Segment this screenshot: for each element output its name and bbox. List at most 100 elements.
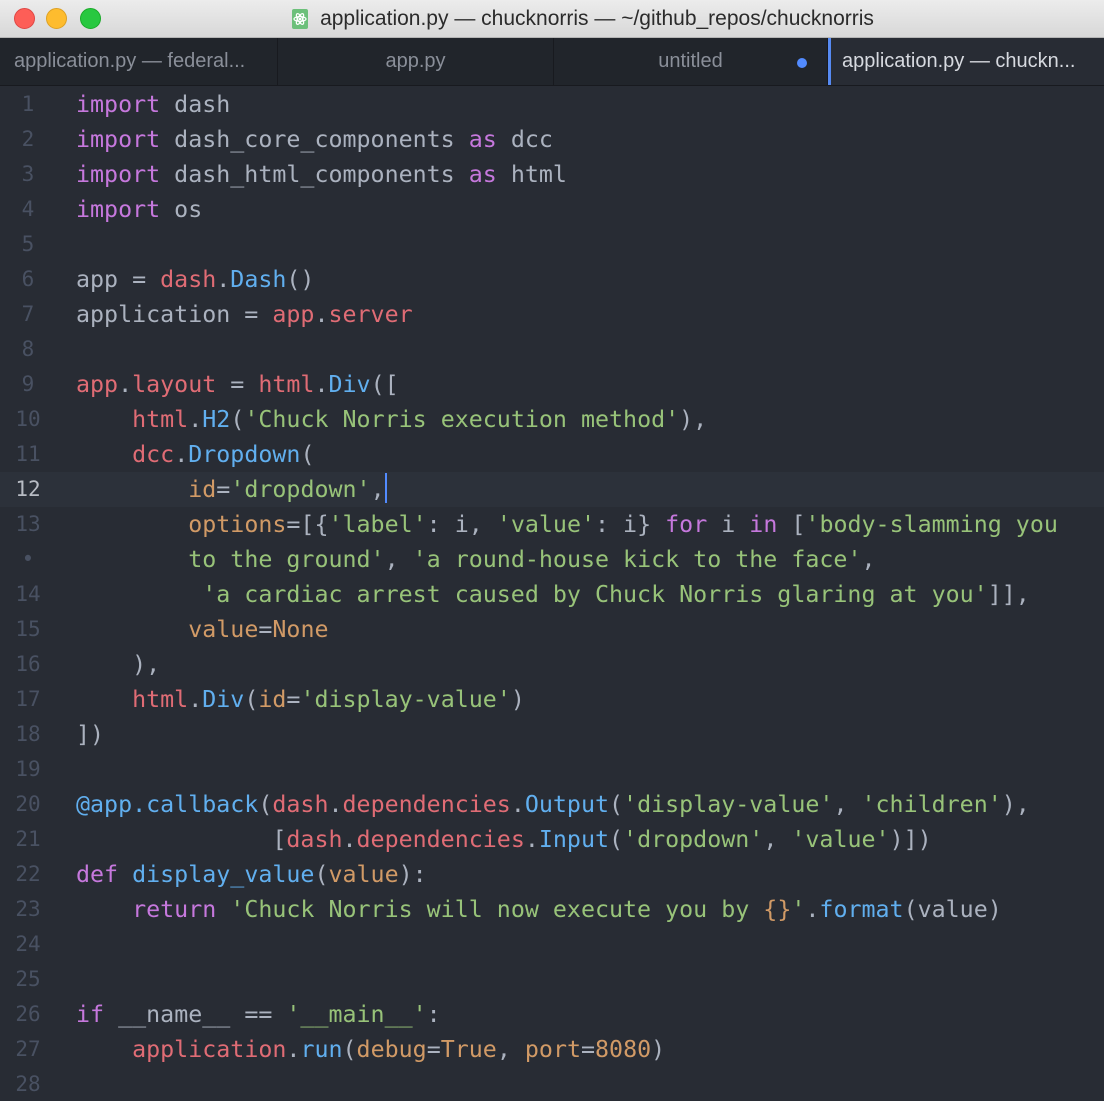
code-line[interactable]: 27 application.run(debug=True, port=8080… (0, 1032, 1104, 1067)
window-title-area: application.py — chucknorris — ~/github_… (0, 0, 1104, 38)
code-token: run (300, 1036, 343, 1063)
code-line[interactable]: 19 (0, 752, 1104, 787)
code-token: dash (286, 826, 343, 853)
code-line[interactable]: 20 @app.callback(dash.dependencies.Output… (0, 787, 1104, 822)
code-token: =[{ (286, 511, 329, 538)
code-token: html (496, 161, 567, 188)
line-number: 3 (21, 162, 35, 186)
line-number: 25 (15, 967, 41, 991)
code-token: ( (300, 441, 315, 468)
code-line[interactable]: 10 html.H2('Chuck Norris execution metho… (0, 402, 1104, 437)
code-line[interactable]: 14 'a cardiac arrest caused by Chuck Nor… (0, 577, 1104, 612)
code-token: port (524, 1036, 581, 1063)
code-line[interactable]: 17 html.Div(id='display-value') (0, 682, 1104, 717)
code-line[interactable]: 26 if __name__ == '__main__': (0, 997, 1104, 1032)
code-token: 'dropdown' (230, 476, 371, 503)
code-line[interactable]: 11 dcc.Dropdown( (0, 437, 1104, 472)
code-text: to the ground', 'a round-house kick to t… (76, 542, 876, 577)
line-number: 12 (15, 477, 41, 501)
code-token: = (216, 476, 231, 503)
code-token: ( (609, 826, 624, 853)
code-line[interactable]: 8 (0, 332, 1104, 367)
code-line[interactable]: 13 options=[{'label': i, 'value': i} for… (0, 507, 1104, 542)
code-text: application = app.server (76, 297, 413, 332)
code-text: import dash (76, 87, 230, 122)
code-line[interactable]: 21 [dash.dependencies.Input('dropdown', … (0, 822, 1104, 857)
code-line[interactable]: 2 import dash_core_components as dcc (0, 122, 1104, 157)
code-token: , (763, 826, 792, 853)
code-token: app = (76, 266, 161, 293)
code-token: ]], (987, 581, 1030, 608)
code-line[interactable]: 9 app.layout = html.Div([ (0, 367, 1104, 402)
code-token: : i} (595, 511, 666, 538)
code-text: import dash_html_components as html (76, 157, 567, 192)
code-token: , (384, 546, 413, 573)
code-line[interactable]: 23 return 'Chuck Norris will now execute… (0, 892, 1104, 927)
line-number: 8 (21, 337, 35, 361)
code-text: import dash_core_components as dcc (76, 122, 553, 157)
code-line[interactable]: 15 value=None (0, 612, 1104, 647)
code-token: , (861, 546, 876, 573)
tab-app-py[interactable]: app.py (278, 38, 554, 85)
code-token: ( (609, 791, 624, 818)
code-text: return 'Chuck Norris will now execute yo… (76, 892, 1002, 927)
code-token: 8080 (595, 1036, 652, 1063)
code-line[interactable]: • to the ground', 'a round-house kick to… (0, 542, 1104, 577)
code-line[interactable]: 22 def display_value(value): (0, 857, 1104, 892)
code-token: Input (538, 826, 610, 853)
code-line[interactable]: 12 id='dropdown', (0, 472, 1104, 507)
code-line[interactable]: 25 (0, 962, 1104, 997)
code-text: @app.callback(dash.dependencies.Output('… (76, 787, 1030, 822)
tab-application-chucknorris[interactable]: application.py — chuckn... (828, 38, 1104, 85)
code-token: . (286, 1036, 301, 1063)
tab-untitled[interactable]: untitled (554, 38, 828, 85)
code-token: = (258, 616, 273, 643)
code-token: format (819, 896, 904, 923)
editor-window: application.py — chucknorris — ~/github_… (0, 0, 1104, 1101)
code-line[interactable]: 28 (0, 1067, 1104, 1101)
code-token: . (188, 406, 203, 433)
code-token: Dropdown (188, 441, 301, 468)
code-token: ( (244, 686, 259, 713)
code-token: 'label' (328, 511, 427, 538)
code-token: () (286, 266, 315, 293)
code-editor[interactable]: 1 import dash 2 import dash_core_components… (0, 86, 1104, 1101)
line-number: 21 (15, 827, 41, 851)
code-token: id (258, 686, 287, 713)
code-line[interactable]: 7 application = app.server (0, 297, 1104, 332)
tab-label: application.py — federal... (14, 50, 246, 72)
code-token: import (76, 161, 161, 188)
code-token: Dash (230, 266, 287, 293)
code-token: (value) (903, 896, 1002, 923)
code-token: [ (76, 826, 287, 853)
code-line[interactable]: 1 import dash (0, 87, 1104, 122)
code-token: dash_core_components (160, 126, 469, 153)
code-line[interactable]: 3 import dash_html_components as html (0, 157, 1104, 192)
code-token: import (76, 196, 161, 223)
line-number: 28 (15, 1072, 41, 1096)
code-line[interactable]: 5 (0, 227, 1104, 262)
line-number: 19 (15, 757, 41, 781)
code-token: . (342, 826, 357, 853)
code-line[interactable]: 18]) (0, 717, 1104, 752)
code-text: 'a cardiac arrest caused by Chuck Norris… (76, 577, 1030, 612)
title-bar[interactable]: application.py — chucknorris — ~/github_… (0, 0, 1104, 38)
code-text: html.Div(id='display-value') (76, 682, 525, 717)
code-line[interactable]: 4 import os (0, 192, 1104, 227)
code-token: 'children' (861, 791, 1002, 818)
code-text: if __name__ == '__main__': (76, 997, 441, 1032)
code-line[interactable]: 24 (0, 927, 1104, 962)
code-token: def (76, 861, 119, 888)
code-line[interactable]: 6 app = dash.Dash() (0, 262, 1104, 297)
code-token: '__main__' (286, 1001, 427, 1028)
code-token: ( (230, 406, 245, 433)
tab-application-federal[interactable]: application.py — federal... (0, 38, 278, 85)
code-line[interactable]: 16 ), (0, 647, 1104, 682)
code-token: to the ground' (188, 546, 385, 573)
code-token: None (272, 616, 329, 643)
